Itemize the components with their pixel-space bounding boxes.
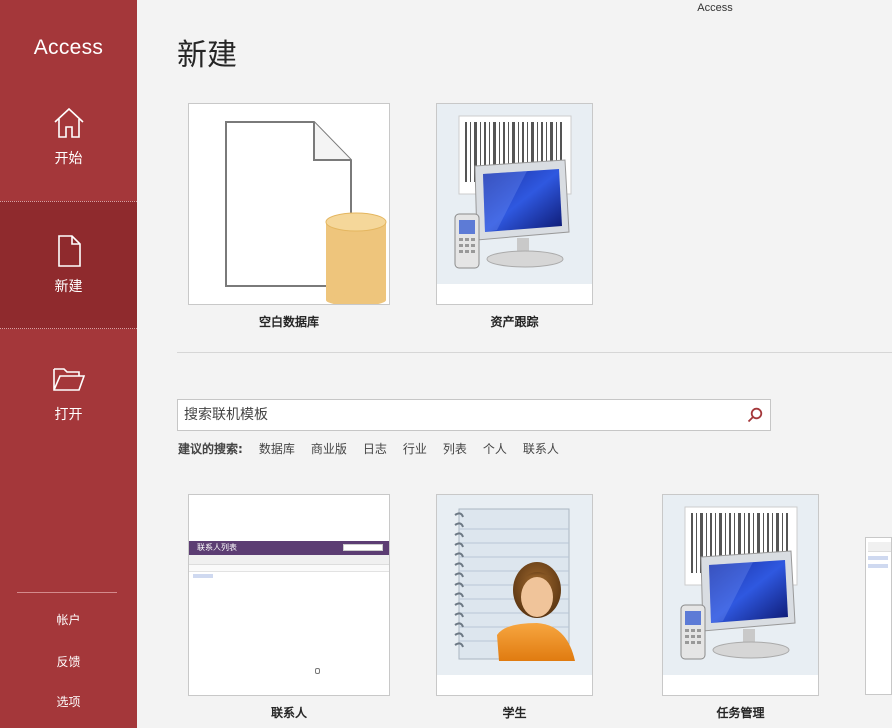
suggestion-personal[interactable]: 个人	[483, 440, 507, 457]
new-file-icon	[57, 235, 81, 267]
sidebar-account[interactable]: 帐户	[0, 611, 137, 628]
backstage-sidebar: Access 开始 新建 打开 帐户 反馈 选项	[0, 0, 137, 728]
suggestion-contacts[interactable]: 联系人	[523, 440, 559, 457]
template-students-label: 学生	[502, 706, 527, 720]
partial-thumbnail-row	[868, 564, 888, 568]
nav-home-label: 开始	[54, 151, 83, 167]
section-divider	[177, 352, 892, 353]
search-box	[177, 399, 771, 431]
nav-home[interactable]: 开始	[0, 73, 137, 201]
nav-new[interactable]: 新建	[0, 201, 137, 329]
suggestion-database[interactable]: 数据库	[259, 440, 295, 457]
app-name: Access	[33, 36, 104, 59]
suggestion-business[interactable]: 商业版	[311, 440, 347, 457]
suggested-searches-label: 建议的搜索:	[178, 442, 243, 456]
suggested-searches: 建议的搜索: 数据库 商业版 日志 行业 列表 个人 联系人	[178, 440, 575, 457]
contacts-thumbnail-header-row	[189, 565, 389, 572]
blank-database-thumbnail	[225, 121, 387, 304]
template-asset-tracking[interactable]	[436, 103, 593, 305]
sidebar-options[interactable]: 选项	[0, 693, 137, 710]
contacts-thumbnail-searchbox	[343, 544, 383, 551]
template-blank-database-label: 空白数据库	[258, 315, 319, 329]
home-icon	[53, 107, 84, 138]
partial-thumbnail-toolbar	[868, 542, 891, 552]
search-input[interactable]	[184, 404, 734, 426]
search-icon[interactable]	[746, 406, 764, 424]
window-title: Access	[697, 2, 733, 14]
cursor-icon	[315, 668, 320, 674]
nav-open[interactable]: 打开	[0, 329, 137, 457]
template-task-management[interactable]	[662, 494, 819, 696]
suggestion-list[interactable]: 列表	[443, 440, 467, 457]
student-notebook-thumbnail	[437, 495, 592, 675]
contacts-thumbnail-row	[193, 574, 213, 578]
partial-thumbnail-row	[868, 556, 888, 560]
contacts-thumbnail: 联系人列表	[189, 541, 389, 695]
template-contacts[interactable]: 联系人列表	[188, 494, 390, 696]
template-contacts-label: 联系人	[270, 706, 307, 720]
template-asset-tracking-label: 资产跟踪	[490, 315, 539, 329]
nav-new-label: 新建	[54, 279, 83, 295]
computer-barcode-thumbnail	[437, 104, 592, 284]
contacts-thumbnail-toolbar	[189, 555, 389, 565]
nav-open-label: 打开	[54, 407, 83, 423]
template-blank-database[interactable]	[188, 103, 390, 305]
template-students[interactable]	[436, 494, 593, 696]
computer-barcode-thumbnail	[663, 495, 818, 675]
page-title: 新建	[177, 38, 237, 73]
template-task-management-label: 任务管理	[716, 706, 765, 720]
open-folder-icon	[52, 368, 85, 391]
template-partial-right[interactable]	[865, 537, 892, 695]
suggestion-industry[interactable]: 行业	[403, 440, 427, 457]
sidebar-feedback[interactable]: 反馈	[0, 653, 137, 670]
sidebar-divider	[17, 592, 117, 593]
suggestion-log[interactable]: 日志	[363, 440, 387, 457]
